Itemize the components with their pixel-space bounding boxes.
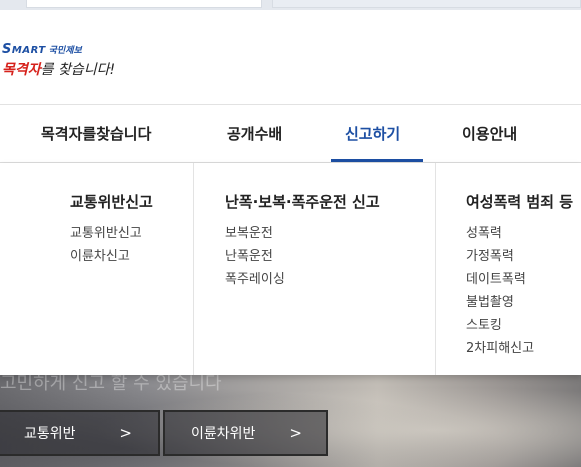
chevron-right-icon: >	[289, 424, 302, 442]
dropdown-item[interactable]: 2차피해신고	[466, 337, 534, 360]
report-dropdown-menu: 교통위반신고 교통위반신고 이륜차신고 난폭·보복·폭주운전 신고 보복운전 난…	[0, 163, 581, 375]
logo-smart-line: SMART 국민제보	[2, 42, 142, 57]
dropdown-item[interactable]: 성폭력	[466, 222, 534, 245]
button-label: 교통위반	[24, 426, 76, 442]
site-logo[interactable]: SMART 국민제보 목격자를 찾습니다!	[2, 42, 142, 82]
logo-subtitle: 국민제보	[48, 46, 82, 56]
site-header: SMART 국민제보 목격자를 찾습니다!	[0, 10, 581, 105]
button-label: 이륜차위반	[191, 426, 256, 442]
logo-main-rest: 를 찾습니다!	[40, 62, 116, 78]
dropdown-list: 보복운전 난폭운전 폭주레이싱	[225, 222, 285, 291]
top-banner-strip	[0, 0, 581, 10]
dropdown-list: 교통위반신고 이륜차신고	[70, 222, 142, 268]
nav-item-report[interactable]: 신고하기	[345, 105, 400, 163]
dropdown-item[interactable]: 교통위반신고	[70, 222, 142, 245]
nav-item-guide[interactable]: 이용안내	[462, 105, 517, 163]
chevron-right-icon: >	[119, 424, 132, 442]
dropdown-item[interactable]: 난폭운전	[225, 245, 285, 268]
dropdown-column-title[interactable]: 여성폭력 범죄 등	[466, 191, 573, 212]
main-nav: 목격자를찾습니다 공개수배 신고하기 이용안내	[0, 105, 581, 163]
dropdown-list: 성폭력 가정폭력 데이트폭력 불법촬영 스토킹 2차피해신고	[466, 222, 534, 360]
dropdown-item[interactable]: 불법촬영	[466, 291, 534, 314]
hero-background: 고민하게 신고 할 수 있습니다 교통위반 > 이륜차위반 >	[0, 373, 581, 467]
logo-main-text: 목격자를 찾습니다!	[2, 59, 142, 79]
dropdown-column-traffic: 교통위반신고 교통위반신고 이륜차신고	[0, 163, 194, 375]
dropdown-item[interactable]: 폭주레이싱	[225, 268, 285, 291]
dropdown-column-reckless-driving: 난폭·보복·폭주운전 신고 보복운전 난폭운전 폭주레이싱	[194, 163, 436, 375]
nav-item-witness[interactable]: 목격자를찾습니다	[41, 105, 151, 163]
logo-smart-wordmark: SMART	[2, 42, 46, 57]
nav-item-wanted[interactable]: 공개수배	[227, 105, 282, 163]
banner-card	[26, 0, 262, 8]
motorcycle-violation-button[interactable]: 이륜차위반 >	[163, 410, 328, 456]
dropdown-item[interactable]: 스토킹	[466, 314, 534, 337]
dropdown-item[interactable]: 데이트폭력	[466, 268, 534, 291]
banner-card	[272, 0, 581, 8]
logo-main-red: 목격자	[2, 62, 41, 78]
dropdown-column-title[interactable]: 난폭·보복·폭주운전 신고	[225, 191, 380, 212]
dropdown-item[interactable]: 보복운전	[225, 222, 285, 245]
nav-active-indicator	[331, 159, 423, 162]
dropdown-column-violence: 여성폭력 범죄 등 성폭력 가정폭력 데이트폭력 불법촬영 스토킹 2차피해신고	[436, 163, 581, 375]
dropdown-item[interactable]: 이륜차신고	[70, 245, 142, 268]
dropdown-column-title[interactable]: 교통위반신고	[70, 191, 153, 212]
dropdown-item[interactable]: 가정폭력	[466, 245, 534, 268]
traffic-violation-button[interactable]: 교통위반 >	[0, 410, 160, 456]
